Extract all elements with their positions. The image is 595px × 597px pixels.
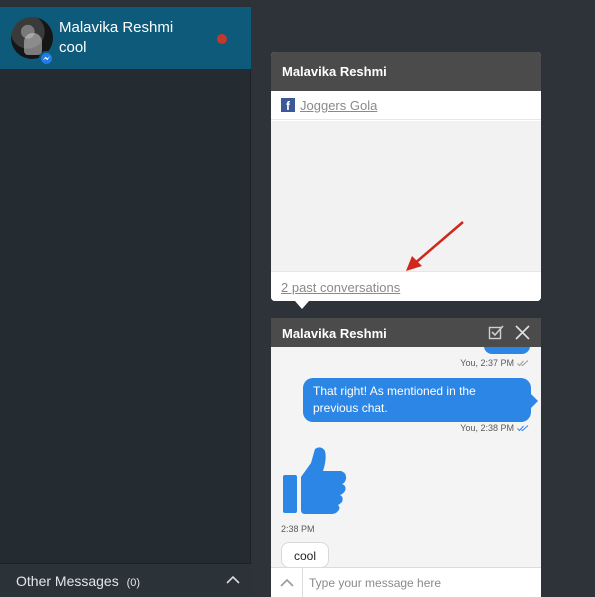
chat-header: Malavika Reshmi — [271, 318, 541, 347]
chevron-up-icon — [279, 578, 294, 587]
chat-window: Malavika Reshmi You, 2:37 PM That right!… — [271, 318, 541, 597]
chat-input-row — [271, 567, 541, 597]
thumbs-up-icon — [283, 447, 347, 514]
chat-message-list: You, 2:37 PM That right! As mentioned in… — [271, 347, 541, 567]
conversation-item-malavika[interactable]: Malavika Reshmi cool — [0, 7, 251, 69]
conversation-name: Malavika Reshmi — [59, 19, 174, 36]
message-input[interactable] — [304, 568, 541, 597]
expand-button[interactable] — [271, 568, 303, 597]
facebook-icon: f — [281, 98, 295, 112]
message-meta-text: You, 2:38 PM — [460, 423, 514, 433]
unread-indicator — [217, 34, 227, 44]
profile-card-title: Malavika Reshmi — [282, 64, 387, 79]
annotation-arrow-icon — [406, 221, 464, 271]
other-messages-bar[interactable]: Other Messages (0) — [0, 563, 251, 597]
message-bubble-out-partial — [484, 347, 530, 354]
page-link-row: f Joggers Gola — [271, 91, 541, 120]
messenger-icon — [39, 51, 54, 66]
message-bubble-out: That right! As mentioned in the previous… — [303, 378, 531, 422]
card-pointer — [295, 301, 309, 309]
message-bubble-in: cool — [281, 542, 329, 567]
other-messages-label: Other Messages (0) — [16, 573, 140, 589]
seen-check-icon — [517, 359, 529, 366]
other-messages-count: (0) — [126, 577, 141, 589]
sidebar-top-strip — [0, 0, 251, 7]
mark-done-icon[interactable] — [488, 324, 505, 341]
chevron-up-icon[interactable] — [226, 575, 240, 585]
past-conversations-link[interactable]: 2 past conversations — [281, 280, 400, 295]
page-link[interactable]: Joggers Gola — [300, 98, 377, 113]
avatar-figure — [24, 33, 42, 55]
message-meta: You, 2:38 PM — [460, 423, 529, 433]
profile-card-header: Malavika Reshmi — [271, 52, 541, 91]
chat-title: Malavika Reshmi — [282, 326, 387, 341]
conversation-sidebar: Malavika Reshmi cool Other Messages (0) — [0, 0, 251, 597]
seen-check-icon — [517, 424, 529, 431]
other-messages-text: Other Messages — [16, 573, 119, 589]
message-meta-text: 2:38 PM — [281, 524, 315, 534]
close-icon[interactable] — [514, 324, 531, 341]
bubble-tail — [531, 394, 538, 408]
message-meta-text: You, 2:37 PM — [460, 358, 514, 368]
message-meta: You, 2:37 PM — [460, 358, 529, 368]
conversation-preview: cool — [59, 39, 87, 56]
